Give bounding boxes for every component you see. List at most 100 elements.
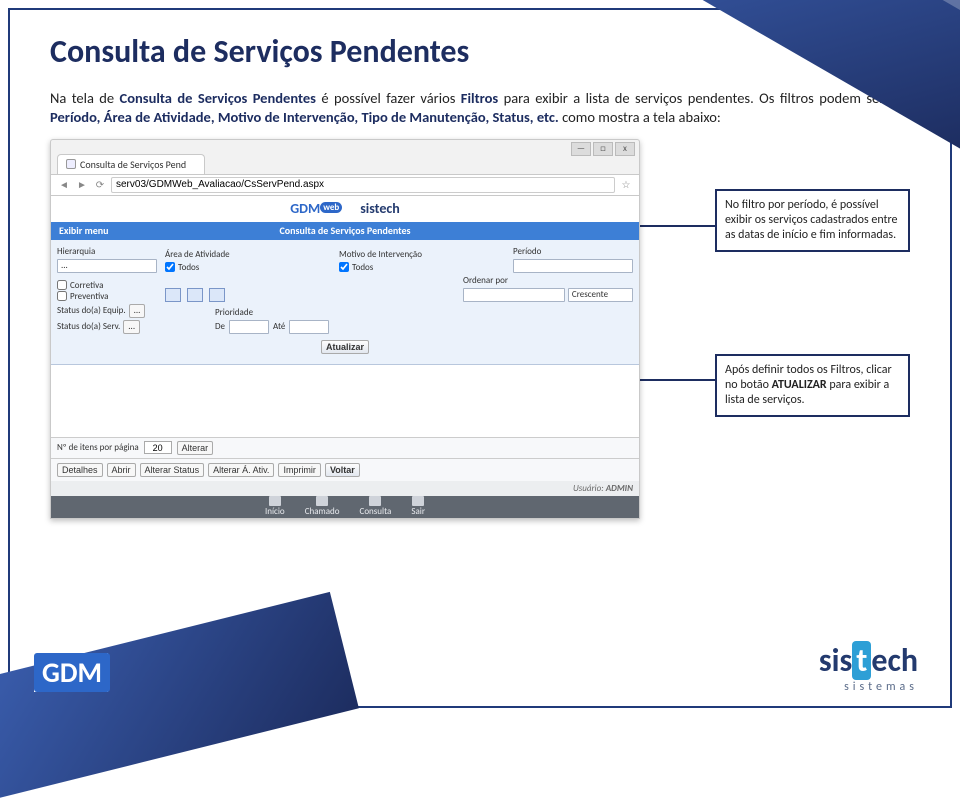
imprimir-button[interactable]: Imprimir bbox=[278, 463, 321, 477]
address-bar: ◄ ► ⟳ ☆ bbox=[51, 174, 639, 196]
para-keyword-2: Filtros bbox=[461, 89, 498, 107]
label-status-equip: Status do(a) Equip. bbox=[57, 305, 126, 316]
checkbox-area-todos-label: Todos bbox=[178, 262, 199, 273]
logo-gdm-text: GDM bbox=[290, 200, 320, 217]
logo-sistech-small: sistech bbox=[360, 200, 400, 217]
status-equip-picker[interactable]: ... bbox=[129, 304, 146, 318]
equipment-type-icons[interactable] bbox=[165, 288, 455, 302]
select-ordenar-dir[interactable]: Crescente bbox=[568, 288, 633, 302]
nav-sair[interactable]: Sair bbox=[411, 496, 425, 517]
search-icon bbox=[369, 496, 381, 506]
para-text: Na tela de bbox=[50, 89, 120, 107]
url-input[interactable] bbox=[111, 177, 615, 193]
label-de: De bbox=[215, 321, 225, 332]
slide-frame: Consulta de Serviços Pendentes Na tela d… bbox=[8, 8, 952, 708]
equip-icon-3[interactable] bbox=[209, 288, 225, 302]
itens-por-pagina-input[interactable] bbox=[144, 441, 172, 454]
checkbox-corretiva-label: Corretiva bbox=[70, 280, 103, 291]
window-close-button[interactable]: x bbox=[615, 142, 635, 156]
detalhes-button[interactable]: Detalhes bbox=[57, 463, 103, 477]
voltar-button[interactable]: Voltar bbox=[325, 463, 360, 477]
field-periodo[interactable] bbox=[513, 259, 633, 273]
label-periodo: Período bbox=[513, 246, 633, 257]
slide-paragraph: Na tela de Consulta de Serviços Pendente… bbox=[10, 81, 950, 131]
label-ordenar: Ordenar por bbox=[463, 275, 633, 286]
itens-por-pagina-label: Nº de itens por página bbox=[57, 442, 139, 453]
ticket-icon bbox=[316, 496, 328, 506]
nav-reload-icon[interactable]: ⟳ bbox=[93, 178, 107, 192]
para-text: é possível fazer vários bbox=[321, 89, 460, 107]
para-keyword-1: Consulta de Serviços Pendentes bbox=[120, 89, 316, 107]
nav-forward-icon[interactable]: ► bbox=[75, 178, 89, 192]
logo-sis-post: ech bbox=[871, 641, 918, 680]
user-value: ADMIN bbox=[606, 483, 633, 494]
checkbox-corretiva[interactable] bbox=[57, 280, 67, 290]
nav-consulta[interactable]: Consulta bbox=[360, 496, 392, 517]
screenshot-stage: — □ x Consulta de Serviços Pend ◄ ► ⟳ ☆ … bbox=[50, 139, 910, 539]
logo-sis-t: t bbox=[852, 641, 871, 680]
home-icon bbox=[269, 496, 281, 506]
app-viewport: GDMweb sistech Exibir menu Consulta de S… bbox=[51, 196, 639, 518]
para-keyword-3: Período, Área de Atividade, Motivo de In… bbox=[50, 108, 559, 126]
nav-sair-label: Sair bbox=[411, 506, 425, 517]
checkbox-motivo-todos-label: Todos bbox=[352, 262, 373, 273]
pagination-row: Nº de itens por página Alterar bbox=[51, 437, 639, 458]
equip-icon-1[interactable] bbox=[165, 288, 181, 302]
window-controls: — □ x bbox=[571, 142, 635, 156]
nav-inicio-label: Início bbox=[265, 506, 285, 517]
nav-inicio[interactable]: Início bbox=[265, 496, 285, 517]
dots-button[interactable]: ... bbox=[61, 260, 68, 271]
logo-sis-pre: sis bbox=[819, 641, 852, 680]
equip-icon-2[interactable] bbox=[187, 288, 203, 302]
callout-atualizar-kw: ATUALIZAR bbox=[772, 378, 827, 392]
label-motivo: Motivo de Intervenção bbox=[339, 249, 505, 260]
brand-header: GDMweb sistech bbox=[51, 196, 639, 222]
field-prioridade-ate[interactable] bbox=[289, 320, 329, 334]
nav-chamado[interactable]: Chamado bbox=[305, 496, 340, 517]
user-row: Usuário: ADMIN bbox=[51, 481, 639, 496]
ordenar-dir-value: Crescente bbox=[572, 289, 608, 300]
nav-back-icon[interactable]: ◄ bbox=[57, 178, 71, 192]
action-button-row: Detalhes Abrir Alterar Status Alterar Á.… bbox=[51, 458, 639, 481]
bookmark-icon[interactable]: ☆ bbox=[619, 178, 633, 192]
checkbox-preventiva-label: Preventiva bbox=[70, 291, 108, 302]
abrir-button[interactable]: Abrir bbox=[107, 463, 136, 477]
browser-tab[interactable]: Consulta de Serviços Pend bbox=[57, 154, 205, 174]
logo-gdm-tag: web bbox=[320, 202, 342, 213]
callout-periodo: No filtro por período, é possível exibir… bbox=[715, 189, 910, 252]
footer-logo-sistech: sistech sistemas bbox=[819, 641, 918, 694]
callout-atualizar: Após definir todos os Filtros, clicar no… bbox=[715, 354, 910, 417]
filters-panel: Hierarquia ... Área de Atividade Todos M… bbox=[51, 240, 639, 365]
checkbox-motivo-todos[interactable] bbox=[339, 262, 349, 272]
field-hierarquia[interactable]: ... bbox=[57, 259, 157, 273]
label-prioridade: Prioridade bbox=[215, 307, 385, 318]
alterar-itens-button[interactable]: Alterar bbox=[177, 441, 214, 455]
logo-gdm-mark: GDM bbox=[34, 653, 110, 692]
user-label: Usuário: bbox=[573, 483, 606, 494]
para-text: para exibir a lista de serviços pendente… bbox=[504, 89, 910, 107]
alterar-ativ-button[interactable]: Alterar Á. Ativ. bbox=[208, 463, 274, 477]
logo-gdm-small: GDMweb bbox=[290, 200, 342, 217]
page-header-title: Consulta de Serviços Pendentes bbox=[51, 224, 639, 237]
status-serv-picker[interactable]: ... bbox=[123, 320, 140, 334]
alterar-status-button[interactable]: Alterar Status bbox=[140, 463, 205, 477]
checkbox-area-todos[interactable] bbox=[165, 262, 175, 272]
atualizar-button[interactable]: Atualizar bbox=[321, 340, 369, 354]
tab-favicon-icon bbox=[66, 159, 76, 169]
nav-chamado-label: Chamado bbox=[305, 506, 340, 517]
label-status-serv: Status do(a) Serv. bbox=[57, 321, 120, 332]
window-minimize-button[interactable]: — bbox=[571, 142, 591, 156]
select-ordenar-field[interactable] bbox=[463, 288, 565, 302]
nav-consulta-label: Consulta bbox=[360, 506, 392, 517]
footer-logo-gdm: GDM bbox=[34, 653, 108, 692]
window-maximize-button[interactable]: □ bbox=[593, 142, 613, 156]
callout-periodo-text: No filtro por período, é possível exibir… bbox=[725, 198, 898, 242]
browser-window: — □ x Consulta de Serviços Pend ◄ ► ⟳ ☆ … bbox=[50, 139, 640, 519]
label-area: Área de Atividade bbox=[165, 249, 331, 260]
bottom-left-decoration bbox=[0, 592, 359, 800]
page-header-bar: Exibir menu Consulta de Serviços Pendent… bbox=[51, 222, 639, 240]
exit-icon bbox=[412, 496, 424, 506]
checkbox-preventiva[interactable] bbox=[57, 291, 67, 301]
field-prioridade-de[interactable] bbox=[229, 320, 269, 334]
results-area bbox=[51, 365, 639, 437]
